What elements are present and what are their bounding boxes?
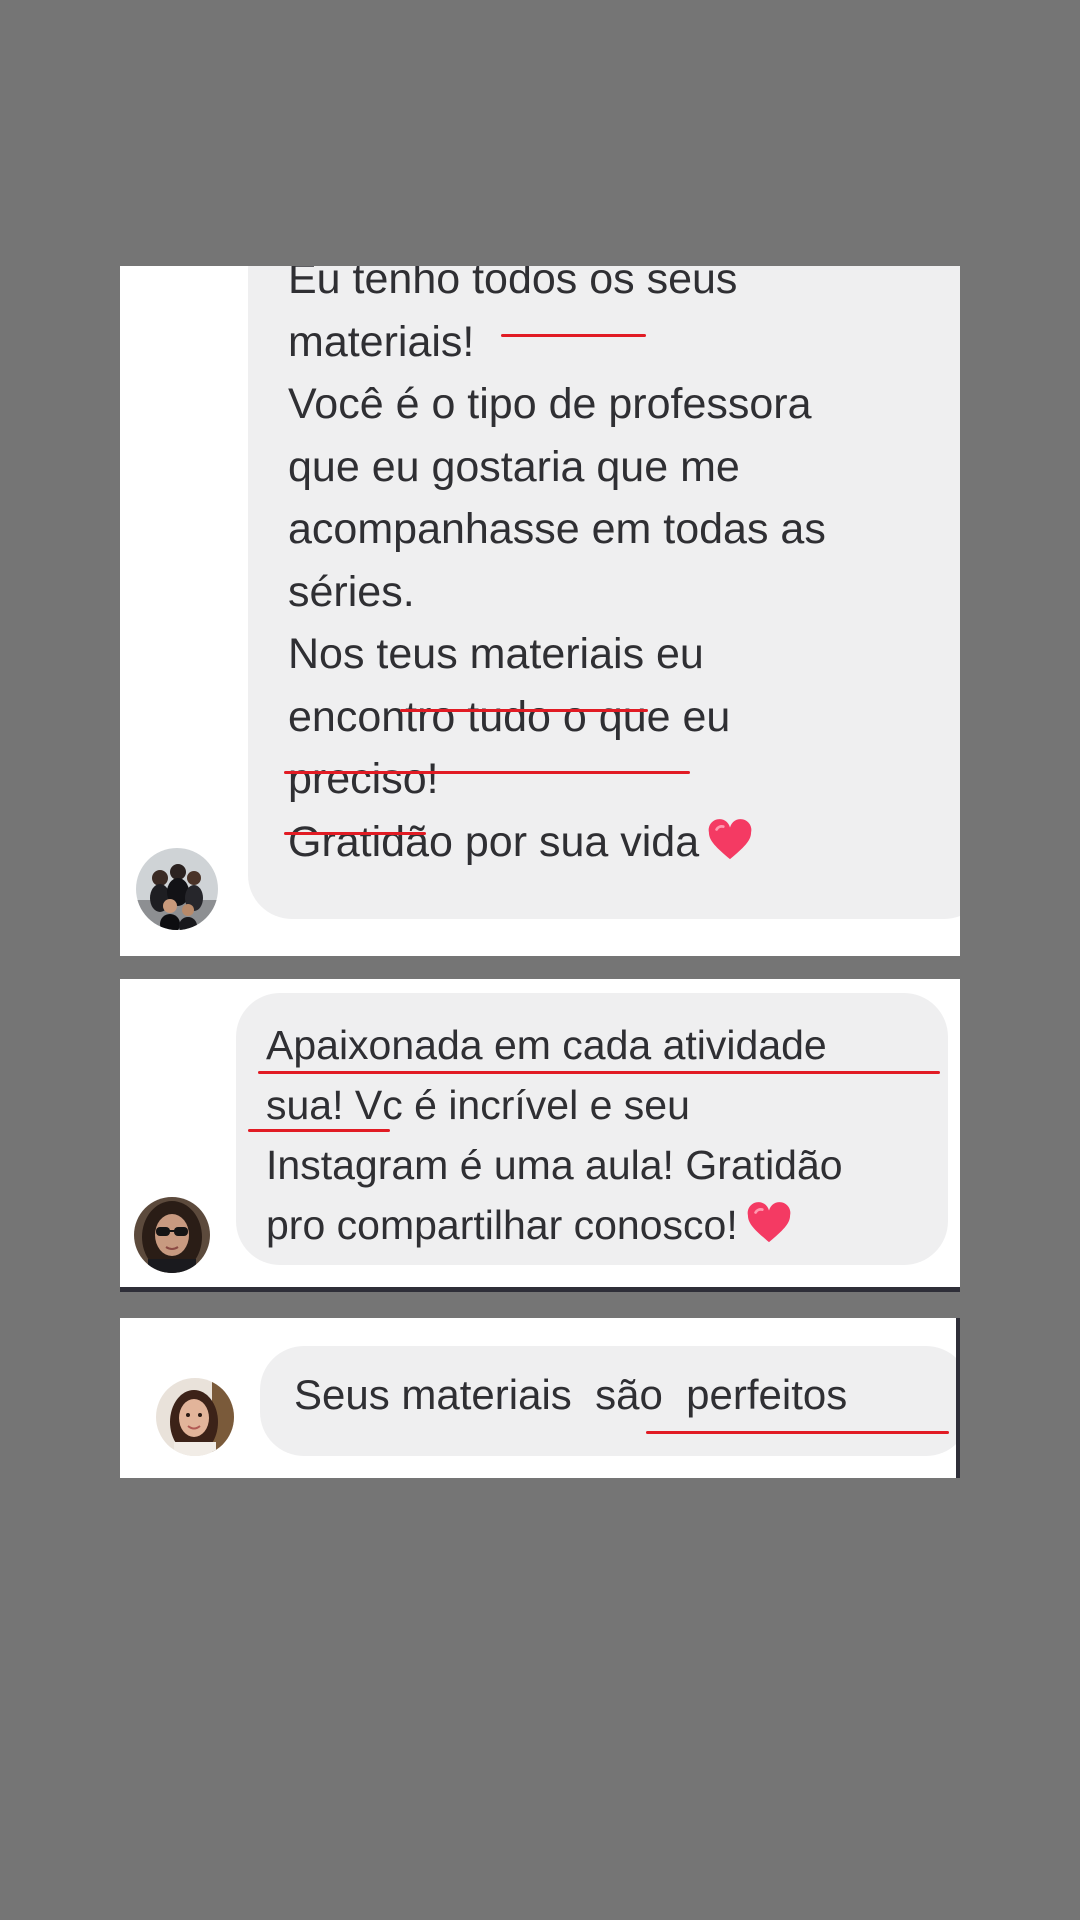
message-card-2: Apaixonada em cada atividade sua! Vc é i…: [120, 979, 960, 1292]
heart-emoji-icon: [747, 1202, 791, 1243]
highlight-underline: [501, 334, 646, 337]
message-line: que eu gostaria que me: [288, 442, 740, 491]
highlight-underline: [284, 771, 690, 774]
heart-emoji-icon: [708, 818, 752, 859]
message-card-1: Eu tenho todos os seus materiais! Você é…: [120, 266, 960, 956]
message-card-3: Seus materiais são perfeitos: [120, 1318, 960, 1478]
sender-avatar[interactable]: [136, 848, 218, 930]
message-line: acompanhasse em todas as: [288, 505, 826, 553]
message-line: encontro tudo o que eu: [288, 692, 731, 741]
message-line: materiais!: [288, 317, 475, 366]
sender-avatar[interactable]: [134, 1197, 210, 1273]
message-line: Apaixonada em cada atividade: [266, 1022, 827, 1068]
message-line: Nos teus materiais eu: [288, 630, 704, 678]
message-line: Instagram é uma aula! Gratidão: [266, 1142, 843, 1188]
message-bubble[interactable]: Eu tenho todos os seus materiais! Você é…: [248, 266, 960, 919]
highlight-underline: [400, 709, 648, 712]
message-line: preciso!: [288, 755, 439, 803]
highlight-underline: [646, 1431, 949, 1434]
highlight-underline: [284, 832, 426, 835]
message-line: Você é o tipo de professora: [288, 380, 812, 428]
message-bubble[interactable]: Seus materiais são perfeitos: [260, 1346, 956, 1456]
message-line: séries.: [288, 567, 415, 616]
message-line: sua! Vc é incrível e seu: [266, 1082, 690, 1128]
message-line-with-emoji: Gratidão por sua vida: [288, 811, 960, 874]
message-line-text: pro compartilhar conosco!: [266, 1202, 738, 1248]
highlight-underline: [258, 1071, 940, 1074]
highlight-underline: [248, 1129, 390, 1132]
sender-avatar[interactable]: [156, 1378, 234, 1456]
message-line-text: Gratidão por sua vida: [288, 817, 700, 866]
message-line: Eu tenho todos os seus: [288, 266, 738, 303]
message-line-with-emoji: pro compartilhar conosco!: [266, 1195, 928, 1255]
message-line: Seus materiais são perfeitos: [294, 1371, 848, 1418]
